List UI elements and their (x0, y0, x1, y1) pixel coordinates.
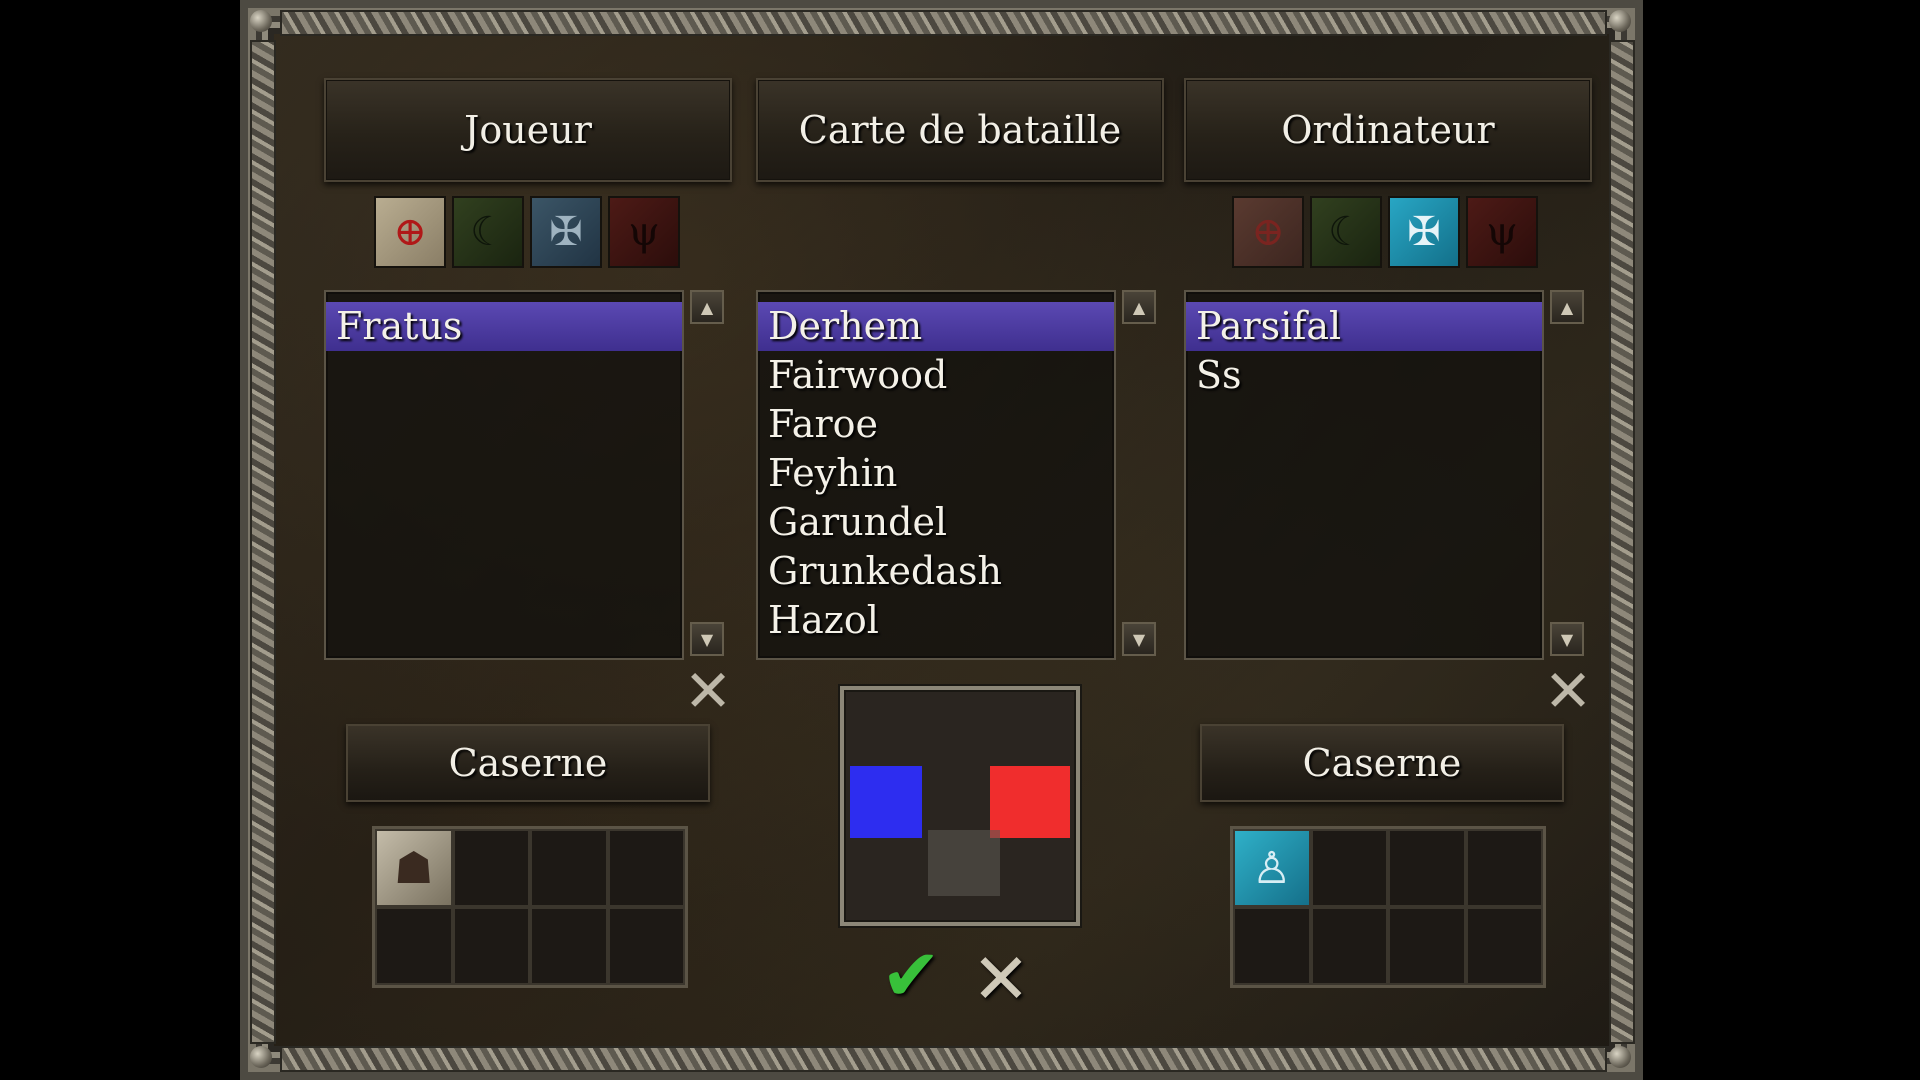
unit-slot[interactable] (1388, 829, 1466, 907)
computer-faction-demon[interactable]: ψ (1466, 196, 1538, 268)
frame-right-border (1609, 40, 1635, 1044)
list-item[interactable]: Ss (1186, 351, 1542, 400)
close-icon: ✕ (683, 657, 733, 725)
computer-faction-cross[interactable]: ⊕ (1232, 196, 1304, 268)
list-item[interactable]: Derhem (758, 302, 1114, 351)
unit-slot[interactable]: ☗ (375, 829, 453, 907)
game-window-frame: Joueur Carte de bataille Ordinateur ⊕ ☾ … (240, 0, 1643, 1080)
frame-stud-icon (250, 10, 272, 32)
computer-header-label: Ordinateur (1281, 108, 1495, 152)
unit-slot[interactable] (607, 829, 685, 907)
triangle-up-icon: ▲ (1560, 297, 1574, 317)
cross-circle-icon: ⊕ (1251, 209, 1285, 255)
player-remove-button[interactable]: ✕ (683, 662, 733, 720)
unit-slot[interactable] (452, 829, 530, 907)
unit-slot[interactable] (1465, 829, 1543, 907)
computer-barracks-button[interactable]: Caserne (1200, 724, 1564, 802)
computer-barracks-label: Caserne (1302, 741, 1462, 785)
eagle-icon: ✠ (549, 209, 583, 255)
frame-stud-icon (250, 1046, 272, 1068)
unit-slot[interactable] (452, 907, 530, 985)
list-item[interactable]: Fairwood (758, 351, 1114, 400)
computer-list-scroll-down[interactable]: ▼ (1550, 622, 1584, 656)
computer-list[interactable]: Parsifal Ss (1184, 290, 1544, 660)
close-icon: ✕ (971, 938, 1031, 1020)
list-item[interactable]: Hazol (758, 596, 1114, 645)
checkmark-icon: ✔ (880, 933, 942, 1017)
crescent-icon: ☾ (1328, 209, 1364, 255)
map-list[interactable]: Derhem Fairwood Faroe Feyhin Garundel Gr… (756, 290, 1116, 660)
list-item[interactable]: Grunkedash (758, 547, 1114, 596)
frame-bottom-border (280, 1046, 1607, 1072)
unit-slot[interactable]: ♙ (1233, 829, 1311, 907)
unit-slot[interactable] (1233, 907, 1311, 985)
frame-stud-icon (1609, 10, 1631, 32)
player-barracks-label: Caserne (448, 741, 608, 785)
computer-unit-grid: ♙ (1230, 826, 1546, 988)
crescent-icon: ☾ (470, 209, 506, 255)
player-header-label: Joueur (464, 108, 592, 152)
map-header-label: Carte de bataille (798, 108, 1122, 152)
computer-start-zone (990, 766, 1070, 838)
unit-slot[interactable] (1465, 907, 1543, 985)
unit-slot[interactable] (530, 829, 608, 907)
player-unit-grid: ☗ (372, 826, 688, 988)
close-icon: ✕ (1543, 657, 1593, 725)
unit-slot[interactable] (530, 907, 608, 985)
list-item[interactable]: Fratus (326, 302, 682, 351)
eagle-icon: ✠ (1407, 209, 1441, 255)
list-item[interactable]: Garundel (758, 498, 1114, 547)
computer-remove-button[interactable]: ✕ (1543, 662, 1593, 720)
confirm-button[interactable]: ✔ (876, 939, 946, 1011)
triangle-down-icon: ▼ (700, 629, 714, 649)
unit-slot[interactable] (1310, 907, 1388, 985)
player-barracks-button[interactable]: Caserne (346, 724, 710, 802)
list-item[interactable]: Feyhin (758, 449, 1114, 498)
computer-header: Ordinateur (1184, 78, 1592, 182)
player-list-scroll-up[interactable]: ▲ (690, 290, 724, 324)
demon-icon: ψ (1486, 209, 1518, 255)
map-preview (840, 686, 1080, 926)
frame-left-border (250, 40, 276, 1044)
map-header: Carte de bataille (756, 78, 1164, 182)
unit-slot[interactable] (375, 907, 453, 985)
frame-stud-icon (1609, 1046, 1631, 1068)
player-faction-cross[interactable]: ⊕ (374, 196, 446, 268)
cross-circle-icon: ⊕ (393, 209, 427, 255)
soldier-unit-icon: ♙ (1252, 842, 1292, 894)
frame-top-border (280, 10, 1607, 36)
computer-faction-eagle[interactable]: ✠ (1388, 196, 1460, 268)
triangle-down-icon: ▼ (1560, 629, 1574, 649)
player-faction-demon[interactable]: ψ (608, 196, 680, 268)
player-faction-eagle[interactable]: ✠ (530, 196, 602, 268)
player-list[interactable]: Fratus (324, 290, 684, 660)
player-list-scroll-down[interactable]: ▼ (690, 622, 724, 656)
map-list-scroll-down[interactable]: ▼ (1122, 622, 1156, 656)
warrior-unit-icon: ☗ (394, 842, 434, 894)
demon-icon: ψ (628, 209, 660, 255)
computer-list-scroll-up[interactable]: ▲ (1550, 290, 1584, 324)
map-obstacle (928, 830, 1000, 896)
map-list-scroll-up[interactable]: ▲ (1122, 290, 1156, 324)
cancel-button[interactable]: ✕ (966, 944, 1036, 1014)
list-item[interactable]: Faroe (758, 400, 1114, 449)
unit-slot[interactable] (1310, 829, 1388, 907)
triangle-up-icon: ▲ (700, 297, 714, 317)
list-item[interactable]: Parsifal (1186, 302, 1542, 351)
player-header: Joueur (324, 78, 732, 182)
computer-faction-crescent[interactable]: ☾ (1310, 196, 1382, 268)
triangle-down-icon: ▼ (1132, 629, 1146, 649)
player-faction-crescent[interactable]: ☾ (452, 196, 524, 268)
triangle-up-icon: ▲ (1132, 297, 1146, 317)
unit-slot[interactable] (1388, 907, 1466, 985)
player-start-zone (850, 766, 922, 838)
unit-slot[interactable] (607, 907, 685, 985)
